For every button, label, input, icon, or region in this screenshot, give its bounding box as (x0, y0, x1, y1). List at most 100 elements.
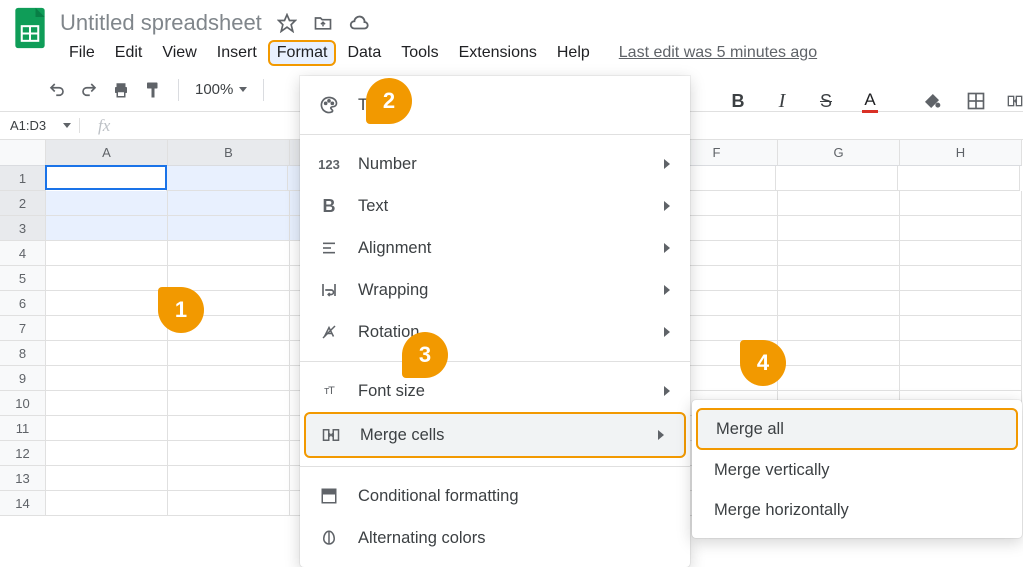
menu-tools[interactable]: Tools (392, 40, 447, 66)
cell[interactable] (46, 366, 168, 391)
menu-font-size[interactable]: ᴛTFont size (300, 370, 690, 412)
menu-alignment[interactable]: Alignment (300, 227, 690, 269)
merge-icon[interactable] (1007, 88, 1023, 114)
row-header[interactable]: 8 (0, 341, 46, 366)
cell[interactable] (168, 491, 290, 516)
cell[interactable] (778, 241, 900, 266)
cell[interactable] (168, 441, 290, 466)
cell[interactable] (776, 166, 898, 191)
cell[interactable] (46, 441, 168, 466)
cell[interactable] (168, 466, 290, 491)
select-all-corner[interactable] (0, 140, 46, 166)
move-icon[interactable] (312, 12, 334, 34)
row-header[interactable]: 11 (0, 416, 46, 441)
cell[interactable] (900, 191, 1022, 216)
row-header[interactable]: 10 (0, 391, 46, 416)
menu-merge-cells[interactable]: Merge cells (304, 412, 686, 458)
row-header[interactable]: 12 (0, 441, 46, 466)
menu-text[interactable]: BText (300, 185, 690, 227)
cell[interactable] (778, 366, 900, 391)
fill-color-icon[interactable] (919, 88, 945, 114)
cell[interactable] (46, 216, 168, 241)
cell[interactable] (778, 216, 900, 241)
zoom-select[interactable]: 100% (191, 81, 251, 98)
cell[interactable] (168, 366, 290, 391)
row-header[interactable]: 3 (0, 216, 46, 241)
cell[interactable] (46, 416, 168, 441)
cell[interactable] (166, 166, 288, 191)
cell[interactable] (168, 241, 290, 266)
menu-alternating-colors[interactable]: Alternating colors (300, 517, 690, 559)
doc-title[interactable]: Untitled spreadsheet (60, 10, 262, 36)
submenu-merge-horizontally[interactable]: Merge horizontally (692, 490, 1022, 530)
menu-insert[interactable]: Insert (208, 40, 266, 66)
cell[interactable] (46, 466, 168, 491)
submenu-merge-vertically[interactable]: Merge vertically (692, 450, 1022, 490)
cell[interactable] (900, 216, 1022, 241)
menu-wrapping[interactable]: Wrapping (300, 269, 690, 311)
bold-icon[interactable]: B (725, 88, 751, 114)
row-header[interactable]: 4 (0, 241, 46, 266)
menu-theme[interactable]: Theme (300, 84, 690, 126)
col-header[interactable]: H (900, 140, 1022, 166)
italic-icon[interactable]: I (769, 88, 795, 114)
menu-file[interactable]: File (60, 40, 104, 66)
cell[interactable] (900, 341, 1022, 366)
redo-icon[interactable] (76, 77, 102, 103)
cell[interactable] (900, 316, 1022, 341)
cell[interactable] (168, 416, 290, 441)
cell[interactable] (778, 266, 900, 291)
menu-data[interactable]: Data (338, 40, 390, 66)
cell[interactable] (168, 216, 290, 241)
row-header[interactable]: 9 (0, 366, 46, 391)
text-color-icon[interactable]: A (857, 88, 883, 114)
strike-icon[interactable]: S (813, 88, 839, 114)
cell[interactable] (46, 291, 168, 316)
star-icon[interactable] (276, 12, 298, 34)
row-header[interactable]: 6 (0, 291, 46, 316)
submenu-merge-all[interactable]: Merge all (696, 408, 1018, 450)
menu-format[interactable]: Format (268, 40, 337, 66)
cell[interactable] (900, 366, 1022, 391)
cell[interactable] (168, 191, 290, 216)
col-header[interactable]: G (778, 140, 900, 166)
cloud-icon[interactable] (348, 12, 370, 34)
cell[interactable] (46, 341, 168, 366)
menu-rotation[interactable]: Rotation (300, 311, 690, 353)
cell[interactable] (900, 266, 1022, 291)
menu-edit[interactable]: Edit (106, 40, 152, 66)
cell[interactable] (46, 191, 168, 216)
undo-icon[interactable] (44, 77, 70, 103)
cell[interactable] (168, 341, 290, 366)
menu-help[interactable]: Help (548, 40, 599, 66)
menu-conditional-formatting[interactable]: Conditional formatting (300, 475, 690, 517)
name-box[interactable]: A1:D3 (0, 118, 80, 133)
cell[interactable] (46, 316, 168, 341)
cell[interactable] (46, 491, 168, 516)
row-header[interactable]: 2 (0, 191, 46, 216)
borders-icon[interactable] (963, 88, 989, 114)
cell[interactable] (778, 341, 900, 366)
row-header[interactable]: 5 (0, 266, 46, 291)
sheets-logo[interactable] (0, 6, 60, 50)
cell[interactable] (900, 291, 1022, 316)
row-header[interactable]: 13 (0, 466, 46, 491)
cell[interactable] (46, 266, 168, 291)
cell[interactable] (45, 165, 167, 190)
cell[interactable] (900, 241, 1022, 266)
menu-number[interactable]: 123Number (300, 143, 690, 185)
cell[interactable] (46, 391, 168, 416)
menu-extensions[interactable]: Extensions (450, 40, 546, 66)
row-header[interactable]: 7 (0, 316, 46, 341)
menu-view[interactable]: View (153, 40, 205, 66)
col-header[interactable]: A (46, 140, 168, 166)
cell[interactable] (898, 166, 1020, 191)
row-header[interactable]: 1 (0, 166, 46, 191)
row-header[interactable]: 14 (0, 491, 46, 516)
print-icon[interactable] (108, 77, 134, 103)
paint-format-icon[interactable] (140, 77, 166, 103)
cell[interactable] (778, 191, 900, 216)
cell[interactable] (168, 391, 290, 416)
cell[interactable] (778, 316, 900, 341)
cell[interactable] (778, 291, 900, 316)
